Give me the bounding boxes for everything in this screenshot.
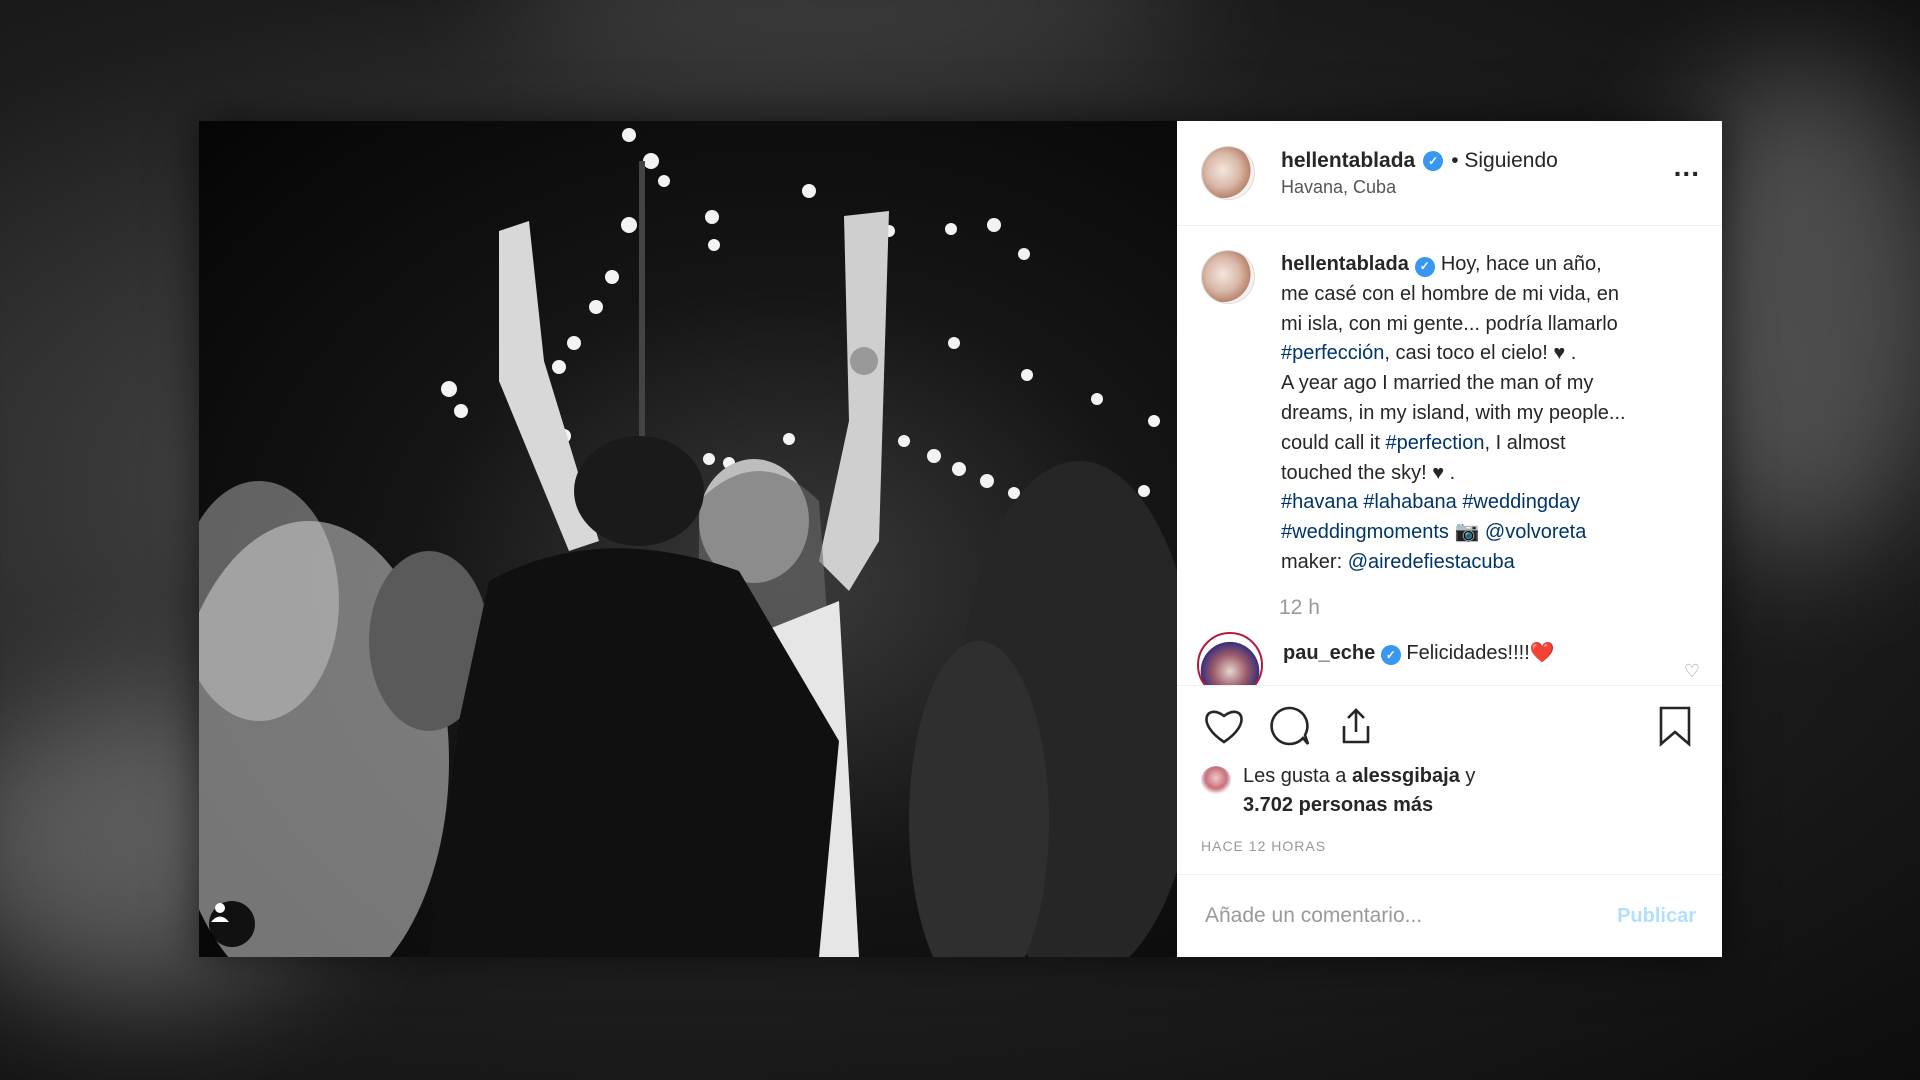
comment-bubble-icon[interactable] (1267, 703, 1313, 749)
caption-line: could call it (1281, 431, 1386, 454)
comment-text: pau_eche ✓ Felicidades!!!!❤️ (1283, 640, 1555, 665)
save-bookmark-icon[interactable] (1652, 703, 1698, 749)
caption-line: Hoy, hace un año, (1440, 253, 1602, 275)
comments-area[interactable]: hellentablada ✓ Hoy, hace un año, me casé … (1177, 226, 1722, 685)
comment-like-icon[interactable]: ♡ (1684, 661, 1700, 682)
comment-body: Felicidades!!!! (1406, 641, 1530, 664)
commenter-avatar[interactable] (1197, 631, 1263, 685)
caption-line: mi isla, con mi gente... podría llamarlo (1281, 312, 1618, 335)
post-timestamp: HACE 12 HORAS (1201, 838, 1327, 854)
caption-avatar[interactable] (1201, 250, 1255, 304)
post-photo[interactable] (199, 121, 1177, 957)
likes-suffix: y (1459, 765, 1476, 787)
comment-input[interactable] (1203, 903, 1612, 929)
post-header: hellentablada ✓ • Siguiendo Havana, Cuba… (1177, 121, 1722, 226)
follow-status[interactable]: • Siguiendo (1451, 149, 1558, 173)
liker-username[interactable]: alessgibaja (1352, 765, 1460, 787)
caption-line: dreams, in my island, with my people... (1281, 401, 1626, 424)
likes-count[interactable]: 3.702 personas más (1243, 794, 1433, 816)
instagram-post: hellentablada ✓ • Siguiendo Havana, Cuba… (199, 121, 1722, 957)
hashtag-link[interactable]: #weddingmoments (1281, 521, 1449, 543)
author-avatar[interactable] (1201, 146, 1255, 200)
post-location[interactable]: Havana, Cuba (1281, 177, 1558, 198)
hashtag-link[interactable]: #havana (1281, 491, 1358, 513)
mention-link[interactable]: @airedefiestacuba (1348, 551, 1515, 573)
caption-line: me casé con el hombre de mi vida, en (1281, 282, 1619, 305)
liker-avatar[interactable] (1201, 766, 1231, 796)
hashtag-link[interactable]: #lahabana (1363, 491, 1456, 513)
likes-summary: Les gusta a alessgibaja y 3.702 personas… (1201, 762, 1698, 820)
post-actions: Les gusta a alessgibaja y 3.702 personas… (1177, 685, 1722, 854)
wedding-photo-illustration (199, 128, 1177, 957)
hashtag-link[interactable]: #perfección (1281, 342, 1384, 364)
caption-line: , I almost (1484, 431, 1566, 454)
more-options-button[interactable]: ... (1674, 153, 1700, 181)
add-comment-bar: Publicar (1177, 874, 1722, 957)
background-blur-top (500, 0, 1200, 80)
tagged-users-button[interactable] (209, 901, 255, 947)
red-heart-emoji: ❤️ (1529, 641, 1555, 664)
hashtag-link[interactable]: #perfection (1386, 432, 1485, 454)
caption-line: , casi toco el cielo! ♥ . (1384, 342, 1577, 365)
like-heart-icon[interactable] (1201, 703, 1247, 749)
comment-item: pau_eche ✓ Felicidades!!!!❤️ (1197, 631, 1698, 685)
post-side-panel: hellentablada ✓ • Siguiendo Havana, Cuba… (1177, 121, 1722, 957)
hashtag-link[interactable]: #weddingday (1462, 491, 1580, 513)
mention-link[interactable]: @volvoreta (1485, 521, 1586, 543)
caption-username[interactable]: hellentablada (1281, 253, 1409, 275)
user-icon (211, 903, 229, 922)
share-icon[interactable] (1333, 703, 1379, 749)
caption-line: A year ago I married the man of my (1281, 372, 1594, 395)
verified-badge-icon: ✓ (1380, 644, 1401, 665)
likes-prefix: Les gusta a (1243, 765, 1352, 787)
verified-badge-icon: ✓ (1414, 256, 1435, 277)
camera-icon: 📷 (1454, 521, 1480, 544)
author-username[interactable]: hellentablada (1281, 149, 1415, 173)
verified-badge-icon: ✓ (1423, 150, 1444, 171)
commenter-username[interactable]: pau_eche (1283, 642, 1375, 664)
publish-button[interactable]: Publicar (1611, 904, 1702, 929)
caption-text: hellentablada ✓ Hoy, hace un año, me casé … (1281, 250, 1681, 578)
caption-line: touched the sky! ♥ . (1281, 461, 1456, 484)
caption-line: maker: (1281, 550, 1343, 573)
caption-time: 12 h (1279, 595, 1320, 619)
caption: hellentablada ✓ Hoy, hace un año, me casé … (1201, 250, 1698, 578)
